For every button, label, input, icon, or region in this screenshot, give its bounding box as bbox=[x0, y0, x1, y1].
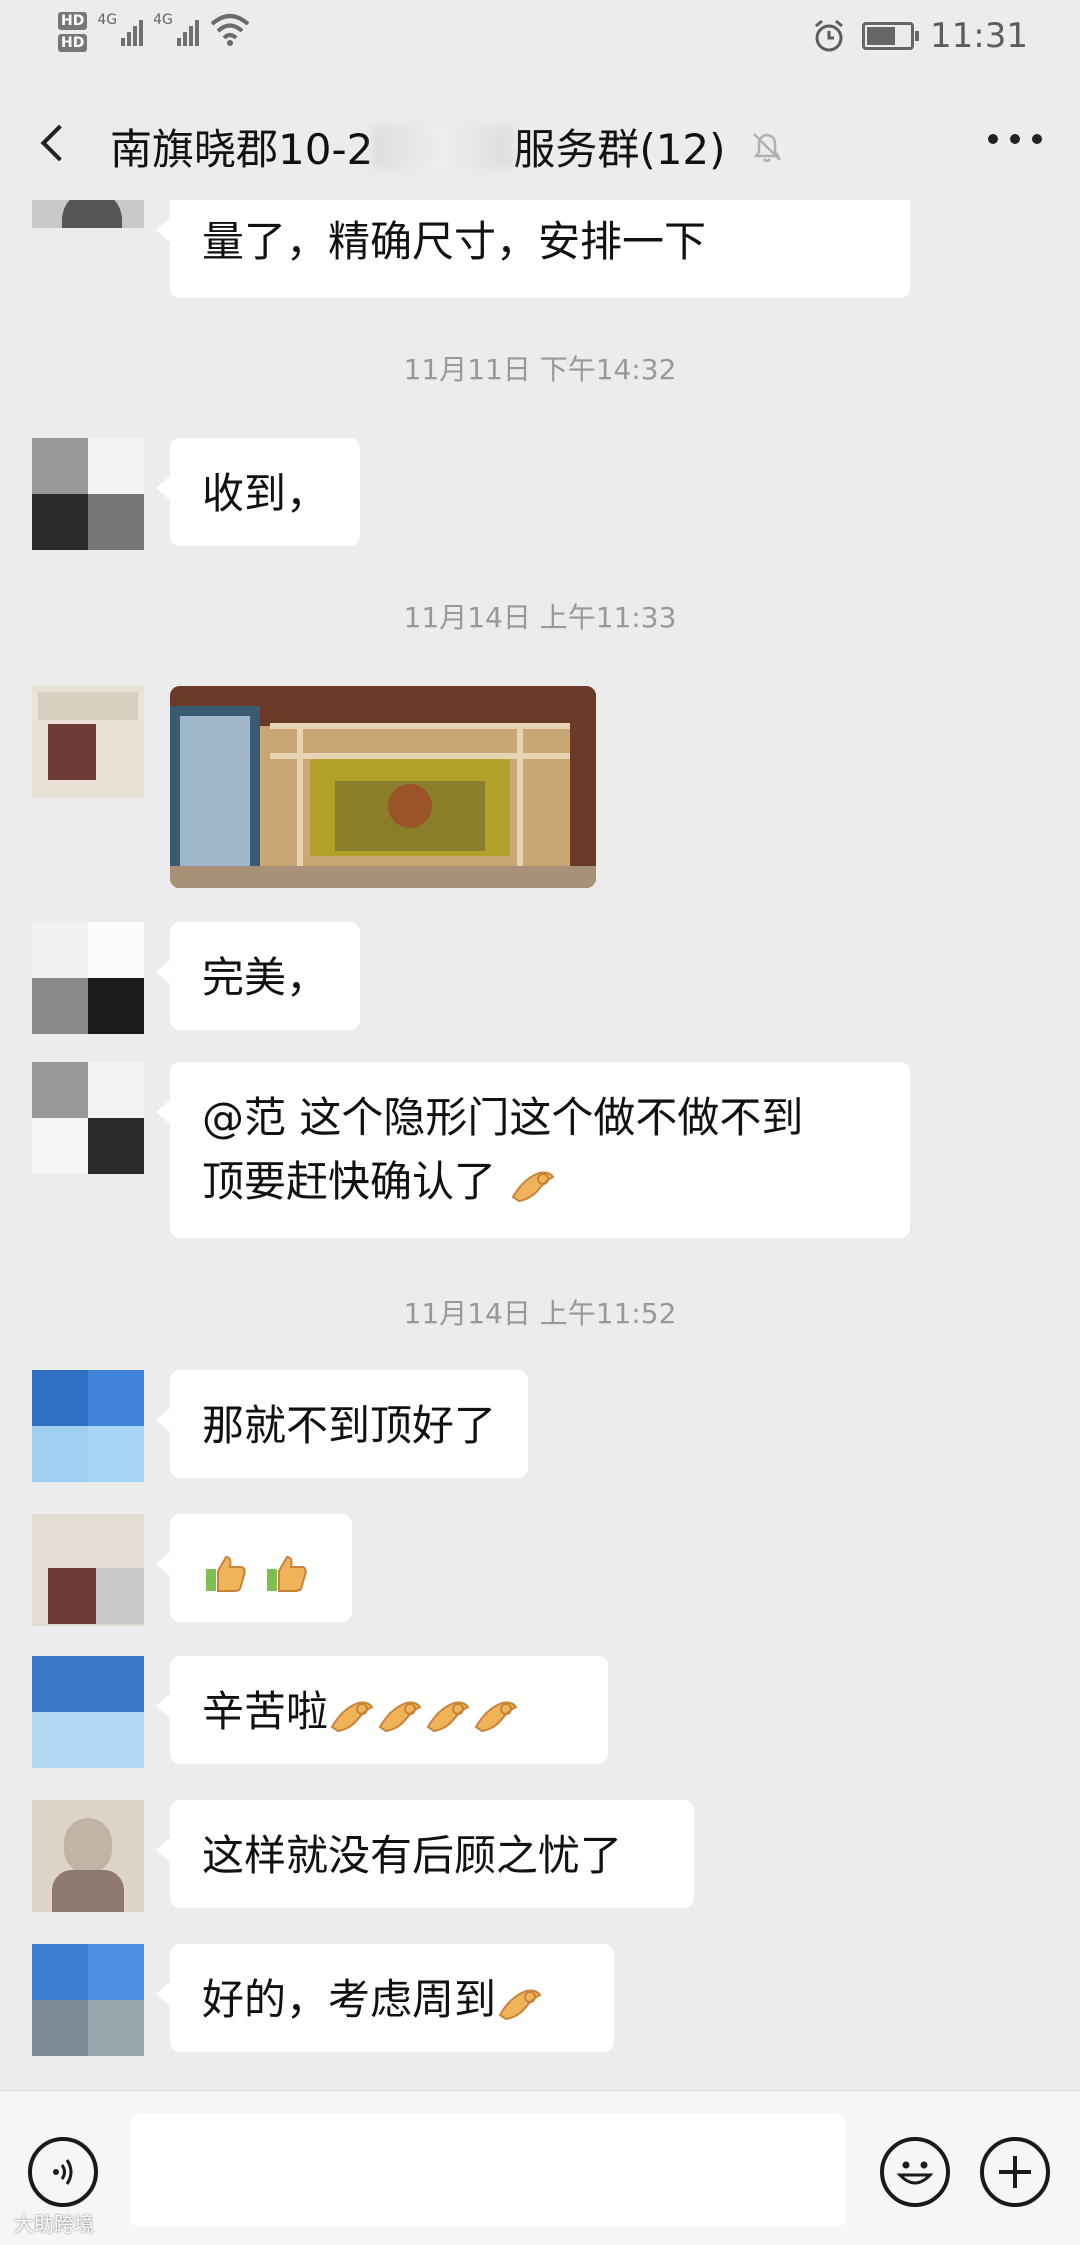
timestamp: 11月14日 上午11:52 bbox=[403, 1297, 677, 1330]
message-bubble[interactable]: @范 这个隐形门这个做不做不到 顶要赶快确认了 bbox=[156, 1062, 910, 1238]
page-title: 南旗晓郡10-2 服务群(12) bbox=[110, 116, 786, 177]
input-bar bbox=[0, 2090, 1080, 2245]
smiley-face bbox=[896, 2161, 934, 2185]
status-right: 11:31 bbox=[812, 16, 1028, 56]
message-bubble[interactable]: 这样就没有后顾之忧了 bbox=[156, 1800, 694, 1908]
message-text: 辛苦啦 bbox=[202, 1687, 329, 1736]
message-bubble[interactable]: 完美， bbox=[155, 922, 361, 1030]
status-time: 11:31 bbox=[930, 16, 1028, 56]
hd-badge-2: HD bbox=[58, 34, 88, 52]
chevron-left-icon[interactable] bbox=[30, 112, 90, 172]
avatar[interactable] bbox=[32, 200, 144, 228]
message-text: 顶要赶快确认了 bbox=[202, 1157, 497, 1206]
message-text: 好的，考虑周到 bbox=[202, 1975, 497, 2024]
watermark: 大助跨境 bbox=[14, 2212, 94, 2236]
avatar[interactable] bbox=[32, 1062, 144, 1174]
message-bubble[interactable]: 量了，精确尺寸，安排一下 bbox=[156, 200, 910, 298]
chat-header: 南旗晓郡10-2 服务群(12) bbox=[0, 90, 1080, 200]
message-bubble[interactable]: 收到， bbox=[155, 438, 361, 546]
image-message[interactable] bbox=[170, 686, 596, 888]
message-text-line-2: 顶要赶快确认了 bbox=[202, 1150, 878, 1214]
ok-hand-emoji bbox=[426, 1701, 470, 1732]
network-type-2: 4G bbox=[153, 12, 173, 28]
thumbs-up-emoji bbox=[206, 1555, 246, 1592]
alarm-icon bbox=[815, 19, 843, 52]
wifi-icon bbox=[210, 14, 250, 46]
bell-off-icon bbox=[752, 132, 781, 162]
photo-thumbnail bbox=[170, 686, 596, 888]
message-bubble[interactable]: 辛苦啦 bbox=[156, 1656, 608, 1764]
battery-icon bbox=[862, 22, 920, 50]
message-text: 收到， bbox=[202, 469, 329, 518]
message-bubble[interactable] bbox=[156, 1514, 352, 1622]
avatar[interactable] bbox=[32, 1370, 144, 1482]
message-input[interactable] bbox=[130, 2113, 846, 2227]
avatar[interactable] bbox=[32, 1944, 144, 2056]
emoji-icon[interactable] bbox=[880, 2137, 950, 2207]
hd-indicators: HD HD bbox=[58, 12, 88, 52]
ok-hand-emoji bbox=[512, 1171, 555, 1202]
message-text: 完美， bbox=[202, 953, 329, 1002]
message-text: 那就不到顶好了 bbox=[202, 1401, 497, 1450]
message-text-line-1: @范 这个隐形门这个做不做不到 bbox=[202, 1093, 804, 1142]
avatar[interactable] bbox=[32, 686, 144, 798]
chat-list[interactable]: 量了，精确尺寸，安排一下 11月11日 下午14:32 收到， 11月14日 上… bbox=[0, 200, 1080, 2080]
message-bubble[interactable]: 好的，考虑周到 bbox=[156, 1944, 614, 2052]
title-suffix: 服务群(12) bbox=[513, 125, 726, 174]
ok-hand-emoji bbox=[474, 1701, 518, 1732]
more-dots-icon[interactable] bbox=[988, 134, 1042, 144]
message-bubble[interactable]: 那就不到顶好了 bbox=[155, 1370, 529, 1478]
message-text: 量了，精确尺寸，安排一下 bbox=[202, 217, 707, 266]
timestamp: 11月14日 上午11:33 bbox=[403, 601, 677, 634]
ok-hand-emoji bbox=[498, 1989, 542, 2020]
title-redaction bbox=[373, 124, 514, 169]
avatar[interactable] bbox=[32, 438, 144, 550]
signal-2-icon: 4G bbox=[153, 12, 199, 46]
plus-icon[interactable] bbox=[980, 2137, 1050, 2207]
avatar[interactable] bbox=[32, 922, 144, 1034]
thumbs-up-emoji bbox=[267, 1555, 308, 1592]
avatar[interactable] bbox=[32, 1800, 144, 1912]
voice-waves bbox=[53, 2159, 73, 2185]
ok-hand-emoji bbox=[330, 1701, 374, 1732]
title-prefix: 南旗晓郡10-2 bbox=[110, 125, 374, 174]
status-bar: HD HD 4G 4G 11:31 bbox=[0, 0, 1080, 80]
network-type-1: 4G bbox=[97, 12, 118, 28]
voice-icon[interactable] bbox=[28, 2137, 98, 2207]
hd-badge-1: HD bbox=[58, 12, 88, 30]
avatar[interactable] bbox=[32, 1656, 144, 1768]
avatar[interactable] bbox=[32, 1514, 144, 1626]
timestamp: 11月11日 下午14:32 bbox=[403, 353, 677, 386]
status-left: HD HD 4G 4G bbox=[58, 12, 251, 52]
message-text: 这样就没有后顾之忧了 bbox=[202, 1831, 623, 1880]
signal-1-icon: 4G bbox=[97, 12, 144, 46]
ok-hand-emoji bbox=[378, 1701, 422, 1732]
